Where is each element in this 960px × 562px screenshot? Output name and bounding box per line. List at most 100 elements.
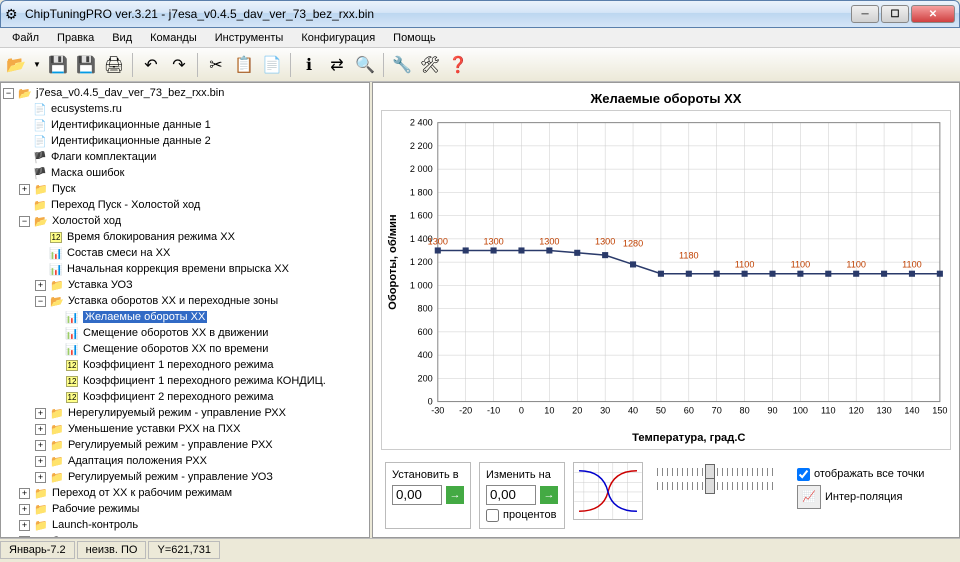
minimize-button[interactable]: ─ bbox=[851, 5, 879, 23]
menu-file[interactable]: Файл bbox=[4, 30, 47, 46]
svg-text:60: 60 bbox=[684, 406, 694, 416]
tree-item[interactable]: 🏴Маска ошибок bbox=[3, 165, 367, 181]
folder-icon: 📁 bbox=[49, 277, 65, 293]
close-button[interactable]: ✕ bbox=[911, 5, 955, 23]
set-input[interactable] bbox=[392, 485, 442, 505]
tree-item[interactable]: +📁Нерегулируемый режим - управление РХХ bbox=[3, 405, 367, 421]
slider-1[interactable] bbox=[657, 468, 777, 476]
tree-item[interactable]: +📁Рабочие режимы bbox=[3, 501, 367, 517]
help-button[interactable]: ❓ bbox=[446, 53, 470, 77]
menu-config[interactable]: Конфигурация bbox=[293, 30, 383, 46]
tool2-button[interactable]: 🛠 bbox=[418, 53, 442, 77]
expander-icon[interactable]: + bbox=[35, 280, 46, 291]
tree-item[interactable]: −📂Холостой ход bbox=[3, 213, 367, 229]
chart-area[interactable]: 02004006008001 0001 2001 4001 6001 8002 … bbox=[381, 110, 951, 450]
expander-icon[interactable]: + bbox=[35, 408, 46, 419]
maximize-button[interactable]: ☐ bbox=[881, 5, 909, 23]
svg-text:-10: -10 bbox=[487, 406, 500, 416]
folder-icon: 📁 bbox=[49, 469, 65, 485]
mini-chart[interactable] bbox=[573, 462, 643, 520]
tree-item[interactable]: 📊Желаемые обороты ХХ bbox=[3, 309, 367, 325]
menu-view[interactable]: Вид bbox=[104, 30, 140, 46]
tree-item[interactable]: +📁Переход от ХХ к рабочим режимам bbox=[3, 485, 367, 501]
expander-icon[interactable]: − bbox=[35, 296, 46, 307]
tree-item[interactable]: 12Коэффициент 2 переходного режима bbox=[3, 389, 367, 405]
tree-item[interactable]: +📁Регулируемый режим - управление РХХ bbox=[3, 437, 367, 453]
tool1-button[interactable]: 🔧 bbox=[390, 53, 414, 77]
svg-text:0: 0 bbox=[519, 406, 524, 416]
svg-text:50: 50 bbox=[656, 406, 666, 416]
tree-item-label: Уменьшение уставки РХХ на ПХХ bbox=[68, 423, 240, 435]
save-button[interactable]: 💾 bbox=[46, 53, 70, 77]
tree-item[interactable]: 📄ecusystems.ru bbox=[3, 101, 367, 117]
change-go-button[interactable]: → bbox=[540, 486, 558, 504]
tree-item-label: Пуск bbox=[52, 183, 76, 195]
tree-item[interactable]: 📊Смещение оборотов ХХ по времени bbox=[3, 341, 367, 357]
tree-item[interactable]: 🏴Флаги комплектации bbox=[3, 149, 367, 165]
paste-button[interactable]: 📄 bbox=[260, 53, 284, 77]
svg-text:120: 120 bbox=[849, 406, 864, 416]
tree-item[interactable]: +📁Пуск bbox=[3, 181, 367, 197]
tree-item[interactable]: 12Коэффициент 1 переходного режима bbox=[3, 357, 367, 373]
open-button[interactable]: 📂 bbox=[4, 53, 28, 77]
slider-2[interactable] bbox=[657, 482, 777, 490]
titlebar: ⚙ ChipTuningPRO ver.3.21 - j7esa_v0.4.5_… bbox=[0, 0, 960, 28]
expander-icon[interactable]: + bbox=[35, 456, 46, 467]
redo-button[interactable]: ↷ bbox=[167, 53, 191, 77]
expander-icon[interactable]: + bbox=[19, 488, 30, 499]
menu-commands[interactable]: Команды bbox=[142, 30, 205, 46]
expander-icon[interactable]: + bbox=[35, 424, 46, 435]
tree-item[interactable]: 📊Смещение оборотов ХХ в движении bbox=[3, 325, 367, 341]
tree-item[interactable]: 📊Состав смеси на ХХ bbox=[3, 245, 367, 261]
tree-item[interactable]: 📁Переход Пуск - Холостой ход bbox=[3, 197, 367, 213]
tree-item[interactable]: −📂Уставка оборотов ХХ и переходные зоны bbox=[3, 293, 367, 309]
folder-icon: 📂 bbox=[17, 85, 33, 101]
search-button[interactable]: 🔍 bbox=[353, 53, 377, 77]
tree-item[interactable]: 📄Идентификационные данные 2 bbox=[3, 133, 367, 149]
open-dropdown[interactable]: ▼ bbox=[32, 53, 42, 77]
expander-icon[interactable]: + bbox=[19, 184, 30, 195]
show-all-checkbox[interactable] bbox=[797, 468, 810, 481]
expander-icon[interactable]: + bbox=[35, 440, 46, 451]
interp-label: Интер-поляция bbox=[825, 491, 902, 503]
print-button[interactable]: 🖨 bbox=[102, 53, 126, 77]
folder-icon: 📁 bbox=[49, 421, 65, 437]
tree-item-label: Уставка оборотов ХХ и переходные зоны bbox=[68, 295, 278, 307]
tree-item[interactable]: +📁Уставка УОЗ bbox=[3, 277, 367, 293]
chart-panel: Желаемые обороты ХХ 02004006008001 0001 … bbox=[372, 82, 960, 538]
tree-item-label: Адаптация положения РХХ bbox=[68, 455, 207, 467]
interp-button[interactable]: 📈 bbox=[797, 485, 821, 509]
menu-tools[interactable]: Инструменты bbox=[207, 30, 292, 46]
tree-item[interactable]: +📁Отключение топливоподачи bbox=[3, 533, 367, 538]
tree-item[interactable]: +📁Уменьшение уставки РХХ на ПХХ bbox=[3, 421, 367, 437]
cut-button[interactable]: ✂ bbox=[204, 53, 228, 77]
percent-checkbox[interactable] bbox=[486, 509, 499, 522]
expander-icon[interactable]: + bbox=[19, 520, 30, 531]
change-input[interactable] bbox=[486, 485, 536, 505]
svg-text:1 200: 1 200 bbox=[410, 257, 433, 267]
tree-item[interactable]: −📂j7esa_v0.4.5_dav_ver_73_bez_rxx.bin bbox=[3, 85, 367, 101]
copy-button[interactable]: 📋 bbox=[232, 53, 256, 77]
expander-icon[interactable]: − bbox=[19, 216, 30, 227]
menu-help[interactable]: Помощь bbox=[385, 30, 444, 46]
set-go-button[interactable]: → bbox=[446, 486, 464, 504]
expander-icon[interactable]: + bbox=[19, 504, 30, 515]
compare-button[interactable]: ⇄ bbox=[325, 53, 349, 77]
svg-text:10: 10 bbox=[544, 406, 554, 416]
tree-item[interactable]: 📊Начальная коррекция времени впрыска ХХ bbox=[3, 261, 367, 277]
undo-button[interactable]: ↶ bbox=[139, 53, 163, 77]
info-button[interactable]: ℹ bbox=[297, 53, 321, 77]
expander-icon[interactable]: + bbox=[35, 472, 46, 483]
tree-item[interactable]: 12Время блокирования режима ХХ bbox=[3, 229, 367, 245]
tree-item[interactable]: +📁Launch-контроль bbox=[3, 517, 367, 533]
save-as-button[interactable]: 💾 bbox=[74, 53, 98, 77]
tree-item[interactable]: +📁Адаптация положения РХХ bbox=[3, 453, 367, 469]
expander-icon[interactable]: + bbox=[19, 536, 30, 539]
tree-item[interactable]: +📁Регулируемый режим - управление УОЗ bbox=[3, 469, 367, 485]
expander-icon[interactable]: − bbox=[3, 88, 14, 99]
app-icon: ⚙ bbox=[5, 6, 21, 22]
tree-panel[interactable]: −📂j7esa_v0.4.5_dav_ver_73_bez_rxx.bin📄ec… bbox=[0, 82, 370, 538]
tree-item[interactable]: 📄Идентификационные данные 1 bbox=[3, 117, 367, 133]
tree-item[interactable]: 12Коэффициент 1 переходного режима КОНДИ… bbox=[3, 373, 367, 389]
menu-edit[interactable]: Правка bbox=[49, 30, 102, 46]
